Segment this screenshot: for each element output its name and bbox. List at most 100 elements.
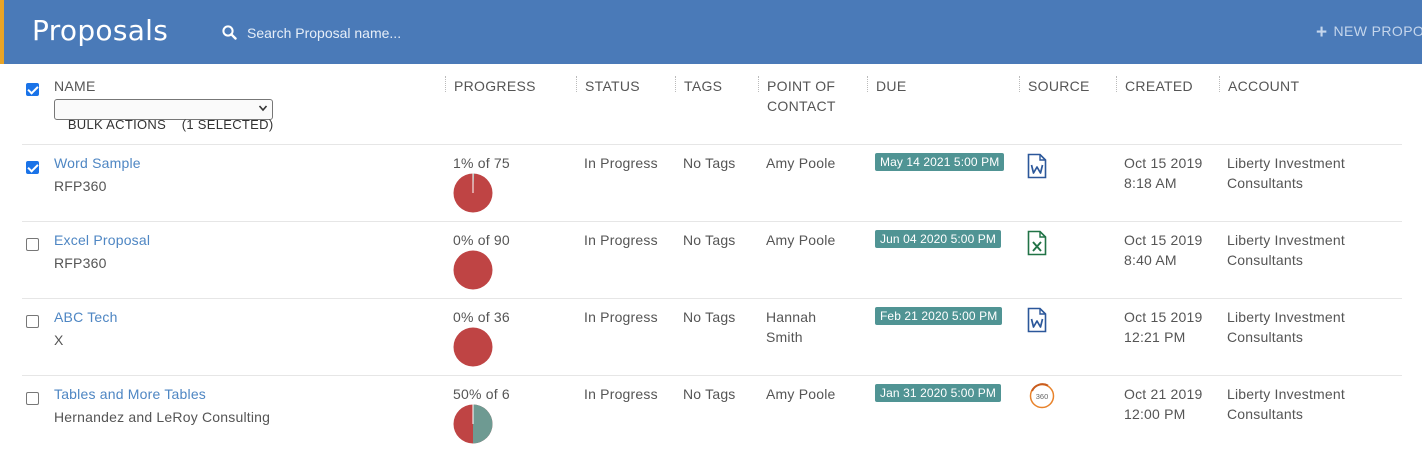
account-line2: Consultants (1227, 406, 1304, 422)
created-date-line: Oct 15 2019 (1124, 155, 1203, 171)
search-icon (222, 25, 237, 40)
column-divider (1116, 76, 1117, 92)
column-divider (1219, 76, 1220, 92)
pie-complete-slice (473, 404, 493, 444)
due-date-badge: Feb 21 2020 5:00 PM (875, 307, 1003, 325)
row-divider (22, 144, 1402, 145)
top-bar: Proposals + NEW PROPO (0, 0, 1422, 64)
created-date-line: Oct 21 2019 (1124, 386, 1203, 402)
created-date: Oct 15 2019 8:40 AM (1124, 230, 1202, 270)
progress-pie-chart (453, 173, 493, 213)
column-header-source[interactable]: SOURCE (1028, 76, 1090, 96)
account-line1: Liberty Investment (1227, 232, 1345, 248)
account-line1: Liberty Investment (1227, 309, 1345, 325)
tags-text: No Tags (683, 309, 736, 325)
column-header-account[interactable]: ACCOUNT (1228, 76, 1299, 96)
contact-line1: Amy Poole (766, 386, 836, 402)
row-checkbox[interactable] (26, 161, 39, 174)
tags-text: No Tags (683, 232, 736, 248)
created-time-line: 12:00 PM (1124, 406, 1186, 422)
word-file-icon[interactable] (1026, 153, 1048, 179)
proposal-name-link[interactable]: Word Sample (54, 153, 141, 173)
rfp360-icon[interactable]: 360 (1028, 382, 1056, 410)
progress-text: 0% of 90 (453, 232, 510, 248)
due-date-badge: Jan 31 2020 5:00 PM (875, 384, 1001, 402)
column-header-poc-line1: POINT OF (767, 78, 836, 94)
progress-pie-chart (453, 404, 493, 444)
column-divider (867, 76, 868, 92)
tags-text: No Tags (683, 155, 736, 171)
point-of-contact: Hannah Smith (766, 307, 816, 347)
created-date: Oct 21 2019 12:00 PM (1124, 384, 1202, 424)
status-text: In Progress (584, 386, 658, 402)
column-divider (1019, 76, 1020, 92)
word-file-icon[interactable] (1026, 307, 1048, 333)
proposal-client: X (54, 332, 64, 348)
contact-line1: Amy Poole (766, 155, 836, 171)
created-time-line: 12:21 PM (1124, 329, 1186, 345)
created-date: Oct 15 2019 12:21 PM (1124, 307, 1202, 347)
created-date-line: Oct 15 2019 (1124, 232, 1203, 248)
column-divider (758, 76, 759, 92)
created-date: Oct 15 2019 8:18 AM (1124, 153, 1202, 193)
page-title: Proposals (32, 14, 169, 47)
account-name: Liberty Investment Consultants (1227, 153, 1345, 193)
new-proposal-button[interactable]: + NEW PROPO (1316, 22, 1422, 44)
search-input[interactable] (247, 22, 627, 44)
column-divider (675, 76, 676, 92)
select-all-checkbox[interactable] (26, 83, 39, 96)
row-divider (22, 375, 1402, 376)
bulk-actions-label: BULK ACTIONS (1 SELECTED) (67, 117, 274, 132)
search-bar[interactable] (222, 22, 642, 44)
row-divider (22, 298, 1402, 299)
excel-file-icon[interactable] (1026, 230, 1048, 256)
account-name: Liberty Investment Consultants (1227, 230, 1345, 270)
progress-pie-chart (453, 327, 493, 367)
pie-incomplete-slice (453, 327, 493, 367)
account-line2: Consultants (1227, 175, 1304, 191)
created-time-line: 8:18 AM (1124, 175, 1177, 191)
column-header-point-of-contact[interactable]: POINT OF CONTACT (767, 76, 836, 116)
column-divider (576, 76, 577, 92)
proposal-name-link[interactable]: Tables and More Tables (54, 384, 206, 404)
created-time-line: 8:40 AM (1124, 252, 1177, 268)
column-header-due[interactable]: DUE (876, 76, 906, 96)
point-of-contact: Amy Poole (766, 153, 836, 173)
pie-incomplete-slice (453, 250, 493, 290)
point-of-contact: Amy Poole (766, 384, 836, 404)
contact-line1: Amy Poole (766, 232, 836, 248)
due-date-badge: Jun 04 2020 5:00 PM (875, 230, 1001, 248)
progress-pie-chart (453, 250, 493, 290)
account-line1: Liberty Investment (1227, 386, 1345, 402)
new-proposal-label: NEW PROPO (1333, 23, 1422, 39)
account-name: Liberty Investment Consultants (1227, 307, 1345, 347)
account-line2: Consultants (1227, 252, 1304, 268)
column-header-status[interactable]: STATUS (585, 76, 640, 96)
row-checkbox[interactable] (26, 315, 39, 328)
account-name: Liberty Investment Consultants (1227, 384, 1345, 424)
column-header-created[interactable]: CREATED (1125, 76, 1193, 96)
tags-text: No Tags (683, 386, 736, 402)
proposal-client: Hernandez and LeRoy Consulting (54, 409, 271, 425)
status-text: In Progress (584, 309, 658, 325)
due-date-badge: May 14 2021 5:00 PM (875, 153, 1005, 171)
progress-text: 0% of 36 (453, 309, 510, 325)
created-date-line: Oct 15 2019 (1124, 309, 1203, 325)
chevron-down-icon (258, 105, 268, 112)
column-header-progress[interactable]: PROGRESS (454, 76, 536, 96)
column-header-name[interactable]: NAME (54, 76, 96, 96)
row-divider (22, 221, 1402, 222)
row-checkbox[interactable] (26, 238, 39, 251)
proposal-name-link[interactable]: ABC Tech (54, 307, 118, 327)
proposal-name-link[interactable]: Excel Proposal (54, 230, 150, 250)
status-text: In Progress (584, 232, 658, 248)
row-checkbox[interactable] (26, 392, 39, 405)
progress-text: 50% of 6 (453, 386, 510, 402)
column-header-tags[interactable]: TAGS (684, 76, 722, 96)
rfp360-icon-text: 360 (1036, 392, 1049, 401)
progress-text: 1% of 75 (453, 155, 510, 171)
point-of-contact: Amy Poole (766, 230, 836, 250)
bulk-actions-select[interactable]: BULK ACTIONS (1 SELECTED) (54, 99, 273, 132)
plus-icon: + (1316, 22, 1328, 43)
contact-line2: Smith (766, 329, 803, 345)
